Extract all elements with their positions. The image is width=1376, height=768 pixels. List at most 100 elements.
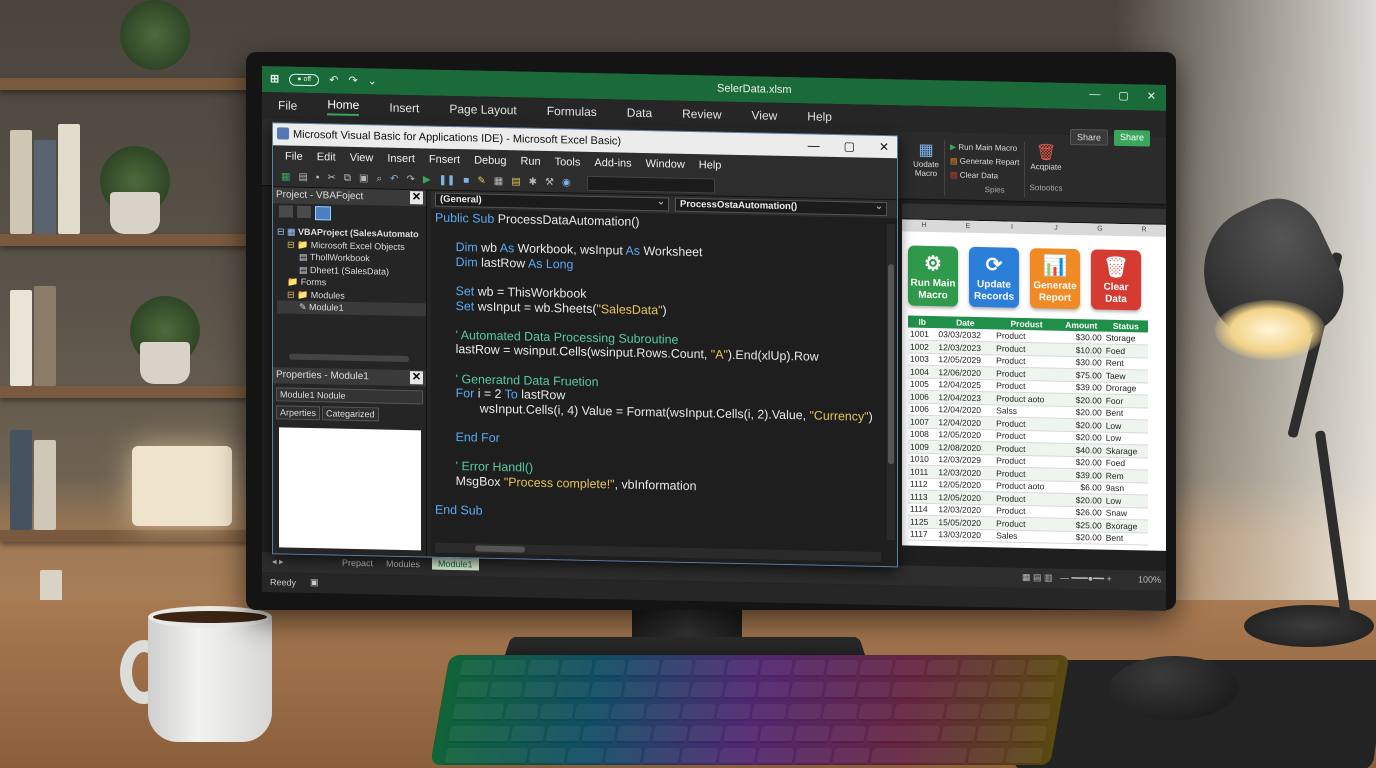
table-cell[interactable]: 1006: [908, 402, 937, 416]
code-editor[interactable]: Public Sub ProcessDataAutomation() Dim w…: [435, 211, 881, 538]
toolbar-search-box[interactable]: [586, 175, 715, 194]
close-button[interactable]: ✕: [1147, 90, 1156, 103]
tab-formulas[interactable]: Formulas: [547, 104, 597, 119]
vba-menu-debug[interactable]: Debug: [474, 154, 506, 167]
table-cell[interactable]: Rem: [1103, 469, 1148, 483]
table-cell[interactable]: Storage: [1103, 331, 1148, 346]
view-icons[interactable]: ▦ ▤ ▥ — ━━━●━━ +: [1022, 572, 1112, 585]
share-button[interactable]: Share: [1114, 129, 1151, 147]
table-cell[interactable]: Rent: [1103, 356, 1148, 371]
tab-review[interactable]: Review: [682, 107, 721, 122]
table-cell[interactable]: $20.00: [1058, 418, 1104, 432]
table-cell[interactable]: 15/05/2020: [936, 515, 995, 530]
vba-menu-view[interactable]: View: [350, 152, 374, 164]
table-cell[interactable]: Foor: [1103, 394, 1148, 408]
sheet-tab-module1[interactable]: Module1: [432, 557, 479, 571]
vba-menu-edit[interactable]: Edit: [317, 151, 336, 163]
break-icon[interactable]: ❚❚: [439, 175, 456, 186]
find-icon[interactable]: ⌕: [376, 173, 382, 184]
undo-icon[interactable]: ↶: [329, 73, 338, 86]
properties-icon[interactable]: ▤: [511, 176, 520, 187]
table-cell[interactable]: Bxorage: [1103, 519, 1148, 533]
vba-menu-help[interactable]: Help: [699, 159, 722, 171]
minimize-button[interactable]: —: [1089, 88, 1100, 101]
autosave-toggle[interactable]: ● off: [289, 73, 320, 86]
column-header[interactable]: E: [946, 220, 990, 233]
table-cell[interactable]: $39.00: [1058, 468, 1104, 482]
insert-module-icon[interactable]: ▤: [298, 172, 307, 183]
table-cell[interactable]: Snaw: [1103, 506, 1148, 521]
table-header[interactable]: Status: [1103, 319, 1148, 333]
close-icon[interactable]: ✕: [410, 191, 423, 205]
properties-grid[interactable]: [279, 427, 421, 551]
table-cell[interactable]: 12/05/2029: [936, 353, 995, 367]
table-cell[interactable]: 1007: [908, 415, 937, 429]
table-cell[interactable]: 13/03/2020: [936, 528, 995, 542]
table-cell[interactable]: $40.00: [1058, 443, 1104, 457]
help-icon[interactable]: ◉: [562, 177, 571, 188]
table-cell[interactable]: $20.00: [1058, 405, 1104, 420]
table-cell[interactable]: 9asn: [1103, 481, 1148, 496]
vertical-scrollbar[interactable]: [887, 224, 895, 541]
tree-node[interactable]: ✎ Module1: [277, 300, 426, 316]
table-cell[interactable]: Taew: [1103, 369, 1148, 383]
cut-icon[interactable]: ✂: [327, 172, 335, 183]
redo-icon[interactable]: ↷: [406, 174, 414, 185]
column-header[interactable]: H: [902, 219, 946, 232]
tab-insert[interactable]: Insert: [389, 101, 419, 116]
table-cell[interactable]: 12/04/2020: [936, 403, 995, 417]
tab-page-layout[interactable]: Page Layout: [449, 102, 516, 117]
excel-view-icon[interactable]: ▦: [281, 171, 290, 182]
vba-menu-file[interactable]: File: [285, 150, 303, 162]
table-cell[interactable]: 1006: [908, 390, 937, 404]
object-browser-icon[interactable]: ✱: [529, 177, 537, 188]
vba-minimize-button[interactable]: —: [808, 134, 820, 156]
table-cell[interactable]: Low: [1103, 494, 1148, 508]
table-cell[interactable]: $20.00: [1058, 455, 1104, 470]
table-cell[interactable]: Bent: [1103, 531, 1148, 546]
sheet-tab-prepact[interactable]: Prepact: [342, 558, 373, 569]
table-cell[interactable]: Skarage: [1103, 444, 1148, 458]
table-cell[interactable]: 12/03/2029: [936, 453, 995, 467]
close-icon[interactable]: ✕: [410, 371, 423, 385]
clear-data-ribbon[interactable]: ▤ Clear Data: [950, 168, 1019, 183]
tab-data[interactable]: Data: [627, 106, 652, 121]
table-cell[interactable]: $20.00: [1058, 393, 1104, 407]
tab-file[interactable]: File: [278, 98, 297, 112]
table-cell[interactable]: 1112: [908, 477, 937, 491]
vba-menu-run[interactable]: Run: [520, 155, 540, 167]
object-dropdown[interactable]: (General): [435, 192, 669, 212]
table-cell[interactable]: 12/03/2020: [936, 503, 995, 517]
share-button-small[interactable]: Share: [1070, 128, 1109, 146]
table-cell[interactable]: $39.00: [1058, 380, 1104, 395]
table-cell[interactable]: 1011: [908, 465, 937, 479]
column-header[interactable]: R: [1122, 224, 1166, 237]
column-header[interactable]: I: [990, 221, 1034, 234]
view-code-icon[interactable]: [279, 205, 293, 218]
vba-menu-window[interactable]: Window: [646, 158, 685, 171]
macro-button[interactable]: 📊 Generate Report: [1030, 248, 1080, 310]
table-cell[interactable]: Sales: [994, 529, 1059, 544]
redo-icon[interactable]: ↷: [348, 74, 357, 87]
macro-button[interactable]: ⟳ Update Records: [969, 246, 1019, 308]
table-cell[interactable]: 1004: [908, 365, 937, 379]
table-cell[interactable]: $30.00: [1058, 355, 1104, 370]
table-cell[interactable]: 1114: [908, 502, 937, 516]
table-cell[interactable]: 12/05/2020: [936, 490, 995, 505]
table-cell[interactable]: 1009: [908, 440, 937, 454]
table-cell[interactable]: 12/03/2023: [936, 340, 995, 355]
table-cell[interactable]: 12/08/2020: [936, 440, 995, 455]
macro-button[interactable]: ⚙ Run Main Macro: [908, 245, 958, 307]
tab-view[interactable]: View: [752, 108, 778, 123]
view-object-icon[interactable]: [297, 205, 311, 219]
table-cell[interactable]: 1117: [908, 527, 937, 541]
table-header[interactable]: Ib: [908, 315, 937, 329]
table-cell[interactable]: $25.00: [1058, 518, 1104, 532]
table-cell[interactable]: 12/04/2020: [936, 415, 995, 430]
table-cell[interactable]: Low: [1103, 431, 1148, 446]
vba-menu-tools[interactable]: Tools: [555, 156, 581, 169]
design-mode-icon[interactable]: ✎: [477, 176, 485, 187]
project-explorer-icon[interactable]: ▦: [494, 176, 503, 187]
table-cell[interactable]: $20.00: [1058, 430, 1104, 445]
column-header[interactable]: G: [1078, 223, 1122, 236]
